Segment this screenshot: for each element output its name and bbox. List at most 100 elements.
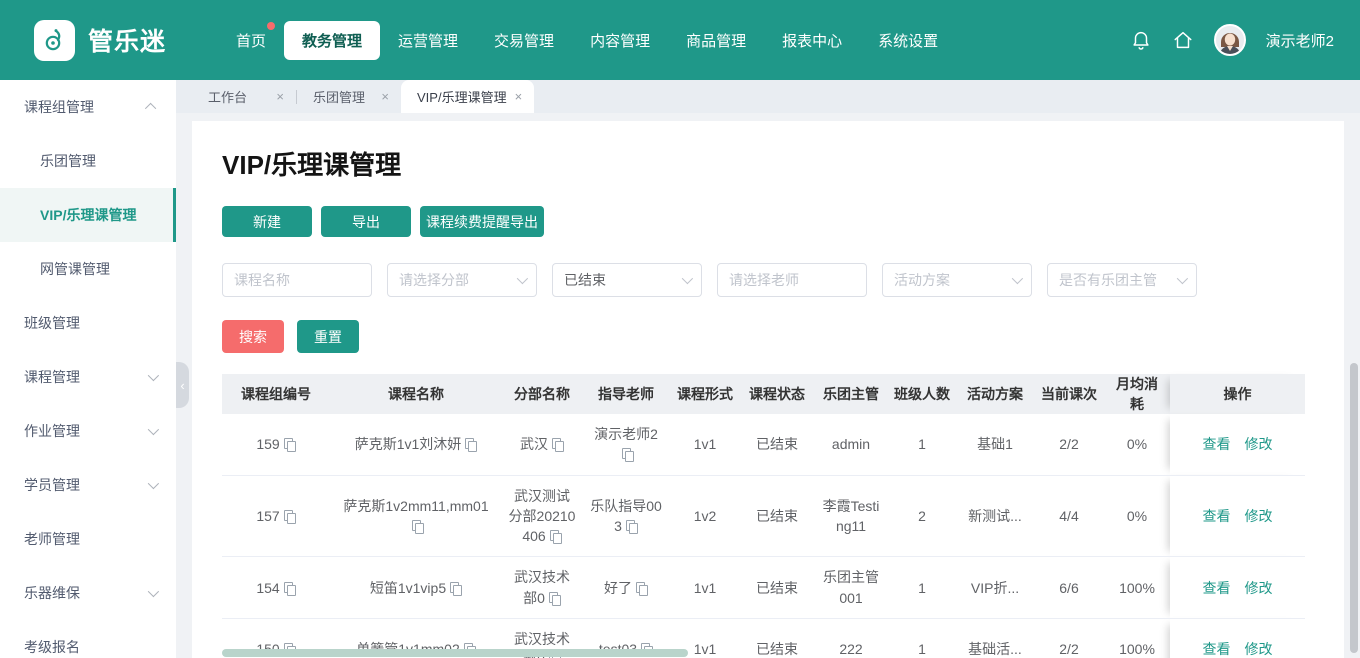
sidebar-item-label: 老师管理	[24, 531, 80, 547]
body-row: 课程组管理乐团管理 VIP/乐理课管理 网管课管理 班级管理课程管理作业管理学员管理老…	[0, 80, 1360, 658]
sidebar-item-7[interactable]: 作业管理	[0, 404, 176, 458]
cell-plan: 基础活...	[956, 618, 1034, 658]
action-button-2[interactable]: 导出	[321, 206, 411, 237]
sidebar-item-3[interactable]: VIP/乐理课管理	[0, 188, 176, 242]
copy-icon[interactable]	[625, 520, 638, 535]
column-header: 课程组编号	[222, 374, 330, 414]
copy-icon[interactable]	[622, 448, 634, 463]
sidebar-item-label: 课程组管理	[24, 99, 94, 115]
close-icon[interactable]: ×	[381, 89, 389, 104]
brand-name: 管乐迷	[88, 28, 167, 56]
copy-icon[interactable]	[465, 438, 478, 453]
copy-icon[interactable]	[283, 581, 296, 596]
copy-icon[interactable]	[552, 438, 564, 453]
nav-item-4[interactable]: 交易管理	[476, 21, 572, 60]
cell-form: 1v1	[670, 556, 740, 620]
vertical-scrollbar[interactable]	[1350, 363, 1358, 653]
cell-plan: 新测试...	[956, 475, 1034, 558]
nav-item-5[interactable]: 内容管理	[572, 21, 668, 60]
view-link[interactable]: 查看	[1203, 641, 1231, 657]
filter-select-6[interactable]: 是否有乐团主管	[1047, 263, 1197, 297]
chevron-down-icon	[1176, 272, 1189, 285]
sidebar-item-6[interactable]: 课程管理	[0, 350, 176, 404]
sidebar-item-label: 课程管理	[24, 369, 80, 385]
search-button[interactable]: 搜索	[222, 320, 284, 353]
tab-label: 工作台	[208, 90, 248, 105]
edit-link[interactable]: 修改	[1245, 436, 1273, 452]
table-row: 159 萨克斯1v1刘沐妍 武汉 演示老师2 1v1 已结束 admin 1 基础1 2/2 0% 查…	[222, 414, 1305, 476]
filter-select-3[interactable]: 已结束	[552, 263, 702, 297]
sidebar-item-label: 乐器维保	[24, 585, 80, 601]
filter-select-5[interactable]: 活动方案	[882, 263, 1032, 297]
nav-item-8[interactable]: 系统设置	[860, 21, 956, 60]
reset-button[interactable]: 重置	[297, 320, 359, 353]
sidebar-item-4[interactable]: 网管课管理	[0, 242, 176, 296]
filter-value: 已结束	[564, 272, 606, 288]
nav-item-2[interactable]: 教务管理	[284, 20, 381, 60]
sidebar-item-2[interactable]: 乐团管理	[0, 134, 176, 188]
filter-select-2[interactable]: 请选择分部	[387, 263, 537, 297]
sidebar-item-10[interactable]: 乐器维保	[0, 566, 176, 620]
edit-link[interactable]: 修改	[1245, 641, 1273, 657]
copy-icon[interactable]	[283, 509, 296, 524]
sidebar: 课程组管理乐团管理 VIP/乐理课管理 网管课管理 班级管理课程管理作业管理学员管理老…	[0, 80, 176, 658]
notifications-bell-icon[interactable]	[1130, 29, 1152, 51]
chevron-down-icon	[147, 369, 160, 382]
chevron-down-icon	[516, 272, 529, 285]
home-icon[interactable]	[1172, 29, 1194, 51]
sidebar-item-label: 作业管理	[24, 423, 80, 439]
column-header: 活动方案	[956, 374, 1034, 414]
action-button-3[interactable]: 课程续费提醒导出	[420, 206, 544, 237]
brand-logo-icon	[34, 19, 75, 61]
column-header: 当前课次	[1034, 374, 1104, 414]
sidebar-item-1[interactable]: 课程组管理	[0, 80, 176, 134]
tab-bar: 工作台 × 乐团管理 × VIP/乐理课管理 ×	[176, 80, 1360, 113]
close-icon[interactable]: ×	[515, 89, 523, 104]
nav-item-1[interactable]: 首页	[218, 21, 284, 60]
copy-icon[interactable]	[412, 520, 424, 535]
copy-icon[interactable]	[549, 530, 562, 545]
copy-icon[interactable]	[283, 438, 296, 453]
sidebar-collapse-handle[interactable]: ‹	[176, 362, 189, 408]
cell-plan: 基础1	[956, 414, 1034, 476]
tab-1[interactable]: 工作台 ×	[192, 80, 296, 113]
view-link[interactable]: 查看	[1203, 580, 1231, 596]
chevron-up-icon	[144, 102, 157, 115]
top-nav: 首页 教务管理 运营管理 交易管理 内容管理 商品管理 报表中心 系统设置	[218, 20, 956, 60]
tab-3[interactable]: VIP/乐理课管理 ×	[401, 80, 535, 113]
cell-progress: 4/4	[1034, 475, 1104, 558]
copy-icon[interactable]	[548, 591, 561, 606]
edit-link[interactable]: 修改	[1245, 508, 1273, 524]
sidebar-item-8[interactable]: 学员管理	[0, 458, 176, 512]
column-header: 课程状态	[740, 374, 814, 414]
nav-item-3[interactable]: 运营管理	[380, 21, 476, 60]
avatar[interactable]	[1213, 24, 1246, 56]
horizontal-scrollbar[interactable]	[222, 649, 688, 657]
edit-link[interactable]: 修改	[1245, 580, 1273, 596]
close-icon[interactable]: ×	[276, 89, 284, 104]
copy-icon[interactable]	[636, 581, 648, 596]
view-link[interactable]: 查看	[1203, 436, 1231, 452]
filter-input-1[interactable]: 课程名称	[222, 263, 372, 297]
cell-consumption: 100%	[1104, 556, 1170, 620]
cell-id: 154	[222, 556, 330, 620]
filter-input-4[interactable]: 请选择老师	[717, 263, 867, 297]
nav-item-6[interactable]: 商品管理	[668, 21, 764, 60]
nav-item-7[interactable]: 报表中心	[764, 21, 860, 60]
copy-icon[interactable]	[450, 581, 463, 596]
user-name[interactable]: 演示老师2	[1266, 30, 1334, 51]
sidebar-item-5[interactable]: 班级管理	[0, 296, 176, 350]
cell-leader: 222	[814, 618, 888, 658]
tab-2[interactable]: 乐团管理 ×	[297, 80, 401, 113]
notification-dot	[267, 21, 276, 30]
column-header: 分部名称	[502, 374, 582, 414]
cell-plan: VIP折...	[956, 556, 1034, 620]
view-link[interactable]: 查看	[1203, 508, 1231, 524]
action-button-1[interactable]: 新建	[222, 206, 312, 237]
sidebar-item-9[interactable]: 老师管理	[0, 512, 176, 566]
filter-placeholder: 课程名称	[234, 272, 290, 288]
brand[interactable]: 管乐迷	[34, 19, 218, 61]
cell-leader: 李霞Testing11	[814, 475, 888, 558]
column-header: 操作	[1170, 374, 1305, 414]
sidebar-item-11[interactable]: 考级报名	[0, 620, 176, 658]
